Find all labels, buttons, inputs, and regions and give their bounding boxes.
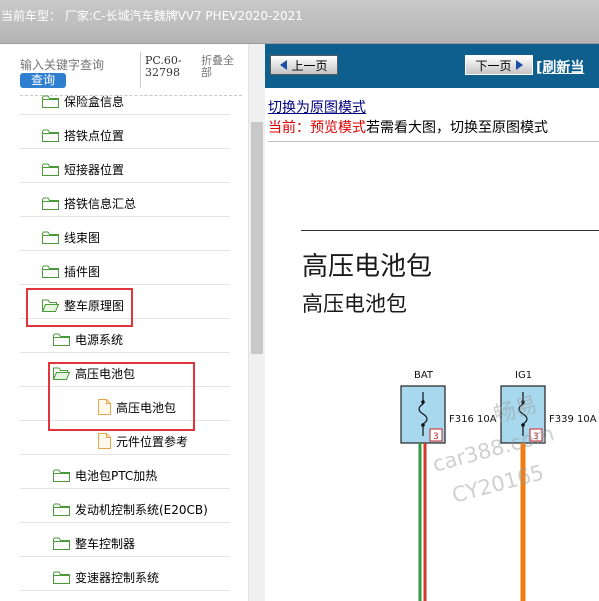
- search-divider: [140, 52, 141, 88]
- tree-item-label: 元件位置参考: [116, 434, 189, 449]
- page-nav-bar: 上一页 下一页 [刷新当: [265, 44, 599, 88]
- prev-page-label: 上一页: [291, 58, 328, 73]
- fuse-supply-label: BAT: [414, 370, 434, 381]
- tree-item[interactable]: 短接器位置: [42, 156, 124, 182]
- tree-item[interactable]: 搭铁信息汇总: [42, 190, 136, 216]
- refresh-link[interactable]: [刷新当: [536, 57, 584, 77]
- arrow-left-icon: [280, 60, 288, 70]
- tree-item-label: 变速器控制系统: [75, 570, 160, 585]
- folder-icon: [42, 129, 59, 142]
- switch-original-mode-link[interactable]: 切换为原图模式: [268, 97, 366, 117]
- fuse-pin: 3: [433, 432, 439, 442]
- tree-item-label: 整车控制器: [75, 536, 136, 551]
- tree-item-label: 线束图: [64, 230, 101, 245]
- left-panel: 查询 PC.60-32798 折叠全部 保险盒信息 搭铁点位置 短接器位置 搭铁…: [0, 44, 265, 601]
- tree-divider: [20, 284, 230, 285]
- fuse-id: F339 10A: [549, 414, 597, 425]
- fuse-supply-label: IG1: [515, 370, 532, 381]
- tree-item[interactable]: 电源系统: [53, 326, 123, 352]
- tree-divider: [20, 114, 230, 115]
- folder-icon: [42, 231, 59, 244]
- tree-item[interactable]: 插件图: [42, 258, 100, 284]
- folder-icon: [42, 265, 59, 278]
- tree-item-label: 发动机控制系统(E20CB): [75, 502, 208, 517]
- tree-item[interactable]: 发动机控制系统(E20CB): [53, 496, 208, 522]
- folder-icon: [42, 197, 59, 210]
- tree-divider: [20, 556, 230, 557]
- tree-item[interactable]: 元件位置参考: [98, 428, 188, 454]
- tree-divider: [20, 148, 230, 149]
- fuse-terminal: [421, 423, 425, 427]
- highlight-box: [26, 288, 133, 327]
- document-code: PC.60-32798: [145, 54, 182, 79]
- folder-icon: [53, 333, 70, 346]
- search-bar: 查询 PC.60-32798 折叠全部: [0, 44, 248, 94]
- tree-item-label: 搭铁点位置: [64, 128, 125, 143]
- tree-item[interactable]: 电池包PTC加热: [53, 462, 157, 488]
- tree-divider: [20, 488, 230, 489]
- folder-icon: [53, 469, 70, 482]
- folder-icon: [42, 163, 59, 176]
- folder-icon: [53, 503, 70, 516]
- status-label: 当前：: [268, 120, 310, 136]
- status-mode: 预览模式: [310, 120, 366, 136]
- wiring-schematic: BAT 3 F316 10A IG1 3 F339 10A: [400, 370, 597, 601]
- search-input[interactable]: [20, 56, 112, 74]
- folder-icon: [53, 571, 70, 584]
- folder-icon: [53, 537, 70, 550]
- prev-page-button[interactable]: 上一页: [270, 55, 338, 75]
- tree-item-label: 电源系统: [75, 332, 124, 347]
- tree-divider: [20, 590, 230, 591]
- tree-item[interactable]: 保险盒信息: [42, 88, 124, 114]
- tree-divider: [20, 182, 230, 183]
- tree-item-label: 电池包PTC加热: [75, 468, 158, 483]
- folder-icon: [42, 95, 59, 108]
- highlight-box: [48, 362, 195, 431]
- tree-divider: [20, 522, 230, 523]
- arrow-right-icon: [515, 60, 523, 70]
- fuse-supply: BAT: [414, 370, 434, 381]
- diagram-page: 高压电池包 高压电池包 BAT 3 F316 10A IG1 3 F339 10…: [265, 142, 599, 601]
- vehicle-model-title: 当前车型： 厂家:C-长城汽车魏牌VV7 PHEV2020-2021: [1, 9, 303, 23]
- document-icon: [98, 433, 111, 449]
- collapse-all-button[interactable]: 折叠全部: [201, 55, 241, 79]
- viewer-panel: 上一页 下一页 [刷新当 切换为原图模式 当前：预览模式若需看大图，切换至原图模…: [265, 44, 599, 601]
- next-page-button[interactable]: 下一页: [465, 55, 533, 75]
- tree-divider: [20, 454, 230, 455]
- status-hint: 若需看大图，切换至原图模式: [366, 120, 548, 136]
- tree-divider: [20, 250, 230, 251]
- tree-item[interactable]: 线束图: [42, 224, 100, 250]
- title-bar: 当前车型： 厂家:C-长城汽车魏牌VV7 PHEV2020-2021: [0, 0, 599, 44]
- tree-item-label: 插件图: [64, 264, 101, 279]
- tree-divider: [20, 216, 230, 217]
- tree-item[interactable]: 变速器控制系统: [53, 564, 159, 590]
- tree-scrollbar[interactable]: [248, 44, 265, 601]
- tree-item-label: 短接器位置: [64, 162, 125, 177]
- scrollbar-thumb[interactable]: [251, 122, 263, 354]
- tree-item-label: 保险盒信息: [64, 94, 125, 109]
- fuse-supply: IG1: [515, 370, 532, 381]
- fuse-terminal: [421, 400, 425, 404]
- tree-item-label: 搭铁信息汇总: [64, 196, 137, 211]
- tree-item[interactable]: 整车控制器: [53, 530, 135, 556]
- view-mode-status: 当前：预览模式若需看大图，切换至原图模式: [268, 117, 548, 137]
- search-button[interactable]: 查询: [20, 73, 66, 88]
- next-page-label: 下一页: [475, 58, 512, 73]
- fuse-terminal: [521, 423, 525, 427]
- fuse-id: F316 10A: [449, 414, 497, 425]
- tree-item[interactable]: 搭铁点位置: [42, 122, 124, 148]
- tree-divider: [20, 352, 230, 353]
